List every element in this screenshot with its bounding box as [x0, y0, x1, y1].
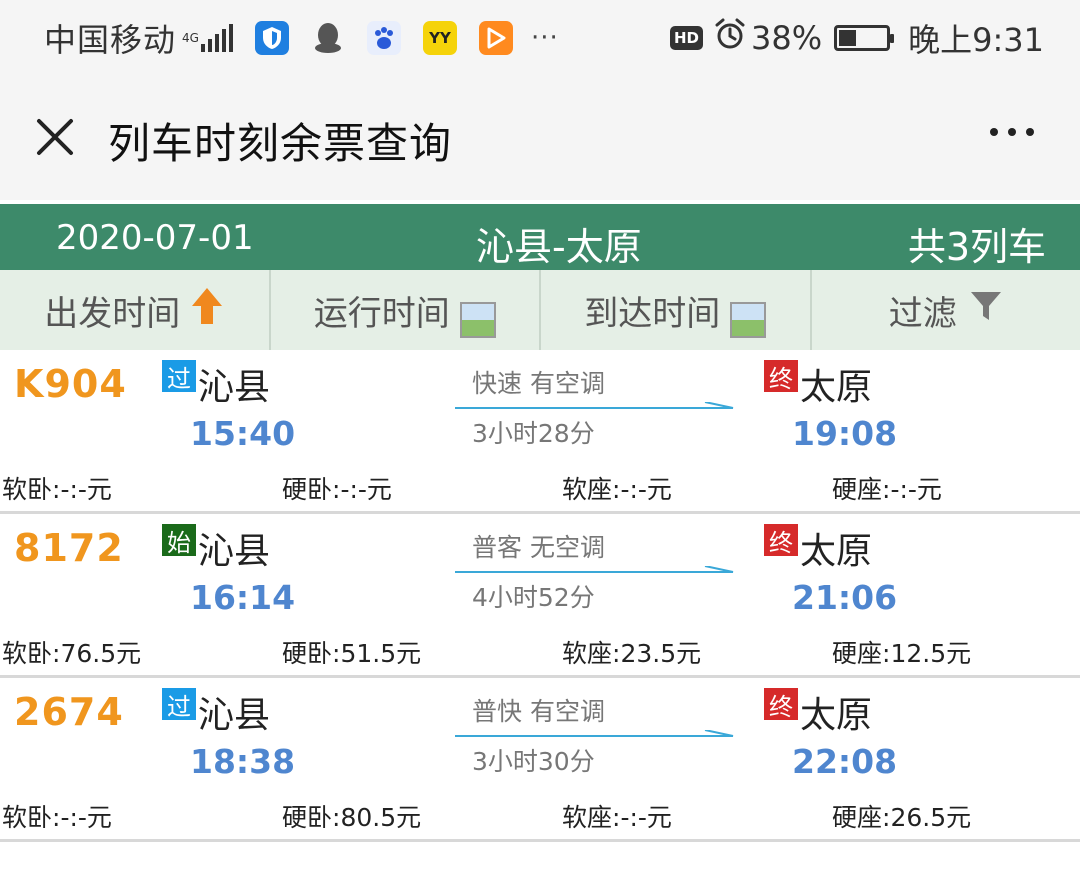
image-placeholder-icon [459, 302, 496, 338]
battery-fill [839, 30, 857, 46]
sort-by-departure-tab[interactable]: 出发时间 [0, 270, 271, 350]
arrival-station: 太原 [800, 367, 873, 408]
alarm-icon [713, 17, 747, 59]
battery-icon [834, 25, 895, 51]
network-type: 4G [182, 31, 199, 45]
arrival-station: 太原 [800, 695, 873, 736]
terminal-station-badge: 终 [764, 360, 798, 393]
image-placeholder-icon [730, 302, 767, 338]
origin-station-badge: 始 [162, 524, 196, 557]
sort-tab-label: 运行时间 [313, 293, 450, 334]
departure-time: 15:40 [190, 414, 296, 453]
price-soft-seat: 软座:-:-元 [562, 475, 672, 504]
shield-app-icon [254, 21, 289, 55]
battery-percent: 38% [751, 19, 823, 57]
status-right: HD 38% 晚上9:31 [669, 16, 1044, 60]
more-dot-icon [1008, 128, 1016, 136]
close-icon [37, 119, 73, 155]
arrival-time: 21:06 [792, 578, 898, 617]
train-type: 普快 有空调 [472, 697, 605, 726]
departure-station: 沁县 [198, 531, 271, 572]
filter-icon [969, 289, 1003, 332]
more-dot-icon [990, 128, 998, 136]
filter-tab[interactable]: 过滤 [812, 270, 1080, 350]
sort-by-duration-tab[interactable]: 运行时间 [271, 270, 541, 350]
yy-app-icon: YY [422, 21, 457, 55]
more-dot-icon [1026, 128, 1034, 136]
sort-tab-label: 出发时间 [44, 293, 181, 334]
travel-duration: 3小时28分 [472, 419, 595, 448]
route-arrow-icon [455, 402, 734, 409]
more-options-button[interactable] [990, 128, 1034, 136]
train-row[interactable]: K904 过 沁县 15:40 快速 有空调 3小时28分 终 太原 19:08… [0, 350, 1080, 514]
price-hard-seat: 硬座:12.5元 [832, 639, 972, 668]
price-hard-seat: 硬座:-:-元 [832, 475, 942, 504]
route-name: 沁县-太原 [476, 225, 642, 269]
video-app-icon [478, 21, 513, 55]
price-soft-seat: 软座:23.5元 [562, 639, 702, 668]
price-hard-seat: 硬座:26.5元 [832, 803, 972, 832]
arrow-up-icon [190, 286, 224, 335]
train-row[interactable]: 8172 始 沁县 16:14 普客 无空调 4小时52分 终 太原 21:06… [0, 514, 1080, 678]
status-bar: 中国移动 4G YY ··· HD 38% 晚上9:31 [0, 0, 1080, 76]
travel-duration: 3小时30分 [472, 747, 595, 776]
terminal-station-badge: 终 [764, 688, 798, 721]
price-hard-sleeper: 硬卧:-:-元 [282, 475, 392, 504]
baidu-app-icon [366, 21, 401, 55]
signal-icon [200, 24, 233, 52]
route-arrow-icon [455, 566, 734, 573]
departure-station: 沁县 [198, 695, 271, 736]
carrier-name: 中国移动 [44, 21, 177, 59]
sort-tab-label: 过滤 [888, 293, 957, 334]
price-hard-sleeper: 硬卧:80.5元 [282, 803, 422, 832]
train-number: 2674 [14, 690, 124, 734]
train-type: 快速 有空调 [472, 369, 605, 398]
train-number: K904 [14, 362, 127, 406]
price-soft-sleeper: 软卧:76.5元 [2, 639, 142, 668]
terminal-station-badge: 终 [764, 524, 798, 557]
close-button[interactable] [30, 112, 80, 162]
price-soft-seat: 软座:-:-元 [562, 803, 672, 832]
sort-bar: 出发时间 运行时间 到达时间 过滤 [0, 270, 1080, 350]
train-type: 普客 无空调 [472, 533, 605, 562]
price-hard-sleeper: 硬卧:51.5元 [282, 639, 422, 668]
hd-badge: HD [669, 26, 703, 50]
status-clock: 晚上9:31 [908, 21, 1044, 59]
status-left: 中国移动 4G YY ··· [44, 16, 559, 60]
departure-time: 16:14 [190, 578, 296, 617]
passing-station-badge: 过 [162, 360, 196, 393]
train-count: 共3列车 [907, 225, 1046, 269]
arrival-time: 19:08 [792, 414, 898, 453]
query-date[interactable]: 2020-07-01 [56, 218, 254, 258]
passing-station-badge: 过 [162, 688, 196, 721]
train-row[interactable]: 2674 过 沁县 18:38 普快 有空调 3小时30分 终 太原 22:08… [0, 678, 1080, 842]
price-soft-sleeper: 软卧:-:-元 [2, 803, 112, 832]
sort-by-arrival-tab[interactable]: 到达时间 [541, 270, 812, 350]
status-overflow-icon: ··· [530, 23, 559, 53]
travel-duration: 4小时52分 [472, 583, 595, 612]
price-soft-sleeper: 软卧:-:-元 [2, 475, 112, 504]
route-header: 2020-07-01 沁县-太原 共3列车 [0, 204, 1080, 270]
sort-tab-label: 到达时间 [584, 293, 721, 334]
page-title: 列车时刻余票查询 [108, 119, 453, 168]
train-number: 8172 [14, 526, 124, 570]
arrival-time: 22:08 [792, 742, 898, 781]
arrival-station: 太原 [800, 531, 873, 572]
departure-station: 沁县 [198, 367, 271, 408]
qq-app-icon [311, 21, 345, 55]
departure-time: 18:38 [190, 742, 296, 781]
route-arrow-icon [455, 730, 734, 737]
nav-bar: 列车时刻余票查询 [0, 76, 1080, 200]
